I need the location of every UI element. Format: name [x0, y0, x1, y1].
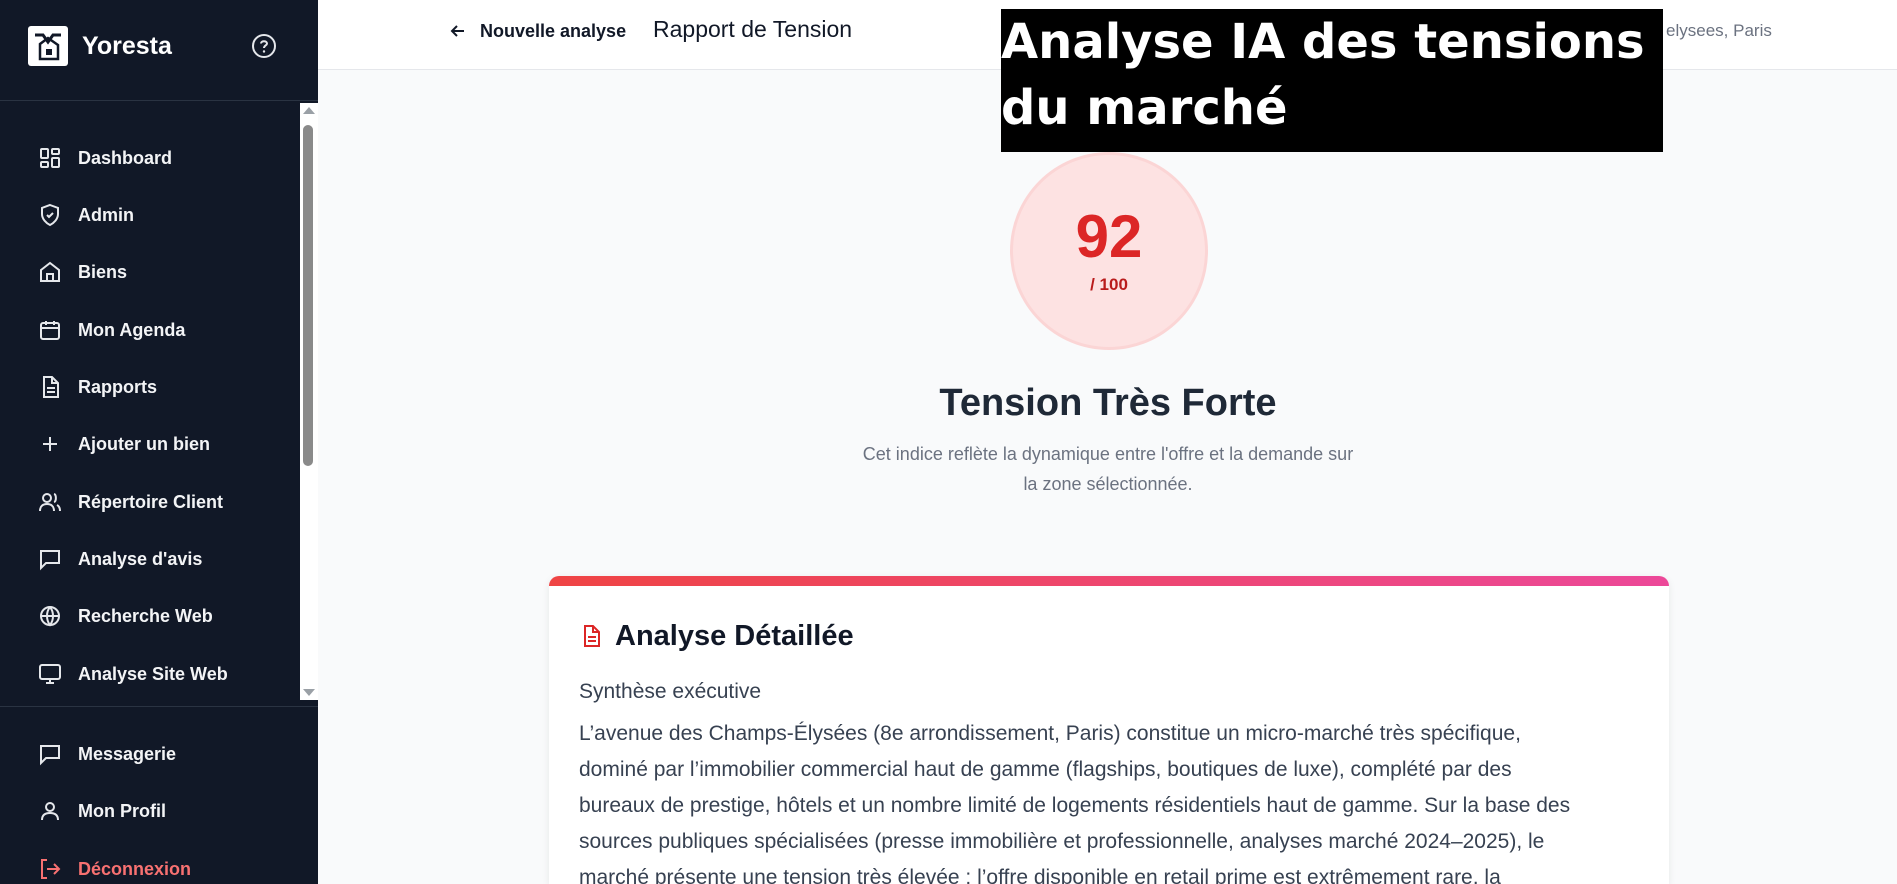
text-line: dominé par l’immobilier commercial haut … [579, 758, 1512, 781]
sidebar-item-dashboard[interactable]: Dashboard [38, 143, 172, 173]
globe-icon [40, 606, 60, 627]
sidebar-divider [0, 706, 318, 707]
sidebar-item-ajouter-bien[interactable]: Ajouter un bien [38, 429, 210, 459]
sidebar-item-biens[interactable]: Biens [38, 257, 127, 287]
sidebar-item-label: Recherche Web [78, 605, 213, 626]
sidebar-item-label: Dashboard [78, 147, 173, 168]
sidebar-item-label: Ajouter un bien [78, 433, 210, 454]
description-line: la zone sélectionnée. [1023, 474, 1193, 494]
document-icon [584, 625, 600, 647]
monitor-icon [39, 664, 61, 684]
plus-icon [43, 437, 57, 451]
scroll-down-arrow-icon[interactable] [303, 689, 315, 696]
analysis-text: L’avenue des Champs-Élysées (8e arrondis… [579, 716, 1649, 884]
sidebar-item-label: Répertoire Client [78, 491, 224, 512]
tension-label: Tension Très Forte [939, 382, 1277, 424]
sidebar-item-messagerie[interactable]: Messagerie [38, 739, 176, 769]
message-icon [40, 745, 60, 766]
sidebar-item-label: Analyse Site Web [78, 663, 228, 684]
arrow-left-icon [450, 25, 464, 37]
brand-name: Yoresta [82, 31, 172, 60]
sidebar-item-label: Messagerie [78, 743, 177, 764]
help-icon[interactable] [251, 33, 277, 59]
score-max: / 100 [1090, 275, 1128, 294]
logout-icon [41, 859, 61, 879]
sidebar-item-analyse-site-web[interactable]: Analyse Site Web [38, 659, 228, 689]
sidebar-nav: Dashboard Admin Biens Mon Agenda Rapport… [0, 103, 300, 700]
scroll-thumb[interactable] [303, 125, 313, 466]
calendar-icon [40, 321, 60, 340]
sidebar-scrollbar[interactable] [300, 103, 318, 700]
sidebar-item-label: Analyse d'avis [78, 548, 203, 569]
section-title: Synthèse exécutive [579, 680, 762, 703]
page-title: Rapport de Tension [653, 16, 853, 42]
card-accent-bar [549, 576, 1669, 586]
shield-icon [41, 203, 59, 227]
sidebar-item-label: Déconnexion [78, 858, 192, 879]
sidebar-item-label: Mon Agenda [78, 319, 186, 340]
text-line: marché présente une tension très élevée … [579, 866, 1501, 884]
sidebar-item-label: Admin [78, 204, 134, 225]
description-line: Cet indice reflète la dynamique entre l'… [862, 444, 1354, 464]
sidebar-item-recherche-web[interactable]: Recherche Web [38, 601, 213, 631]
brand-logo-icon [28, 26, 68, 66]
home-icon [40, 261, 60, 282]
back-label: Nouvelle analyse [480, 20, 627, 41]
overlay-line-1: Analyse IA des tensions [1001, 14, 1645, 70]
sidebar: Yoresta Dashboard Admin Biens Mon Agenda… [0, 0, 318, 884]
sidebar-item-agenda[interactable]: Mon Agenda [38, 315, 185, 345]
back-button[interactable]: Nouvelle analyse [448, 18, 626, 44]
analysis-card: Analyse Détaillée Synthèse exécutive L’a… [549, 576, 1669, 884]
sidebar-item-analyse-avis[interactable]: Analyse d'avis [38, 544, 202, 574]
sidebar-item-deconnexion[interactable]: Déconnexion [38, 854, 191, 884]
brand[interactable]: Yoresta [28, 26, 172, 66]
card-title: Analyse Détaillée [615, 619, 854, 652]
sidebar-item-label: Rapports [78, 376, 158, 397]
sidebar-item-label: Mon Profil [78, 800, 166, 821]
score-value: 92 [1075, 203, 1143, 270]
sidebar-item-repertoire-client[interactable]: Répertoire Client [38, 487, 223, 517]
users-icon [39, 493, 61, 512]
user-icon [41, 802, 59, 821]
sidebar-item-mon-profil[interactable]: Mon Profil [38, 796, 166, 826]
sidebar-divider [0, 100, 318, 101]
tension-description: Cet indice reflète la dynamique entre l'… [818, 439, 1398, 499]
text-line: L’avenue des Champs-Élysées (8e arrondis… [579, 722, 1521, 745]
message-icon [40, 550, 60, 571]
document-icon [43, 376, 59, 398]
card-header: Analyse Détaillée [579, 616, 854, 656]
sidebar-item-label: Biens [78, 261, 128, 282]
score-circle: 92 / 100 [1013, 155, 1205, 347]
overlay-line-2: du marché [1001, 80, 1288, 136]
sidebar-item-admin[interactable]: Admin [38, 200, 134, 230]
sidebar-item-rapports[interactable]: Rapports [38, 372, 157, 402]
scroll-up-arrow-icon[interactable] [303, 107, 315, 114]
text-line: sources publiques spécialisées (presse i… [579, 830, 1545, 853]
overlay-banner: Analyse IA des tensions du marché [1001, 9, 1663, 152]
text-line: bureaux de prestige, hôtels et un nombre… [579, 794, 1571, 817]
dashboard-icon [40, 148, 60, 168]
